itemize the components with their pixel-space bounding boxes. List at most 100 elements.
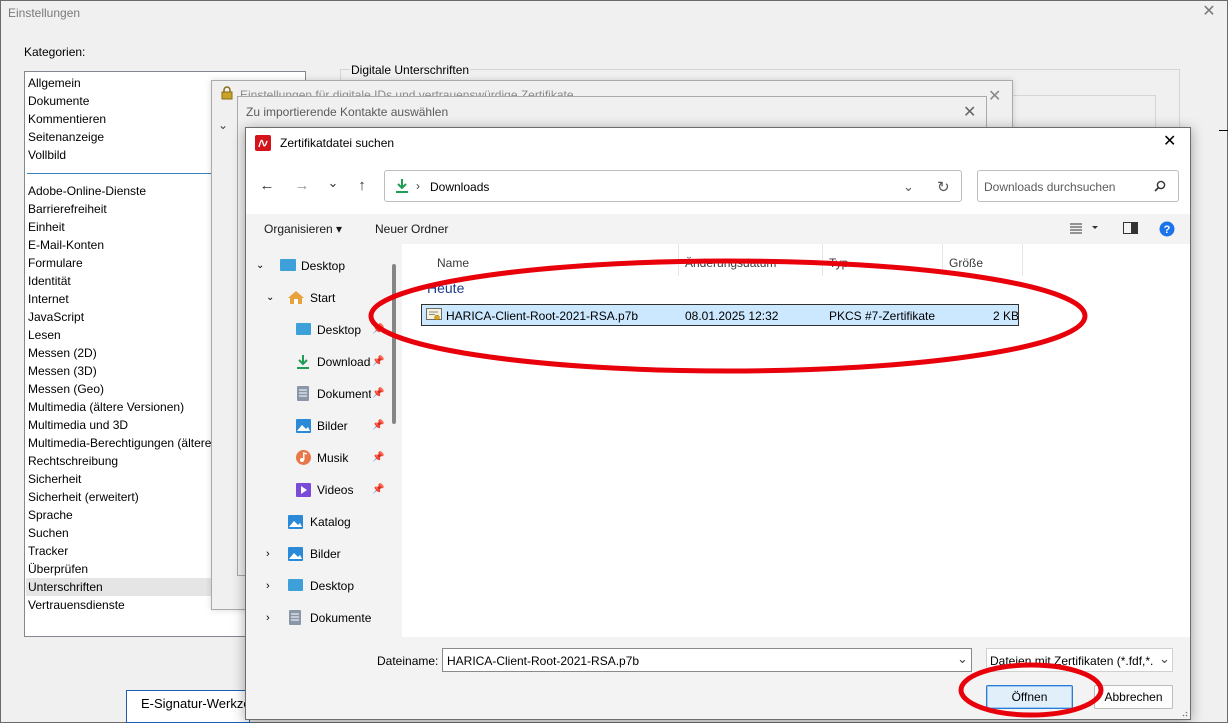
recent-locations-button[interactable]: ⌄ (322, 172, 344, 194)
nav-item-gallery[interactable]: Katalog (288, 509, 388, 535)
category-item[interactable]: Tracker (28, 542, 68, 560)
lock-icon (220, 86, 234, 100)
group-header-today[interactable]: Heute (427, 280, 464, 296)
divider[interactable] (942, 244, 943, 276)
chevron-down-icon[interactable]: ⌄ (1159, 651, 1170, 667)
category-item[interactable]: Vollbild (28, 146, 66, 164)
filename-value: HARICA-Client-Root-2021-RSA.p7b (447, 654, 640, 668)
chevron-down-icon[interactable]: ⌄ (957, 651, 968, 667)
category-item[interactable]: Überprüfen (28, 560, 88, 578)
category-item[interactable]: Messen (2D) (28, 344, 97, 362)
divider[interactable] (678, 244, 679, 276)
nav-item-quick-videos[interactable]: Videos 📌 (296, 477, 386, 503)
pin-icon[interactable]: 📌 (372, 349, 384, 375)
category-item[interactable]: Einheit (28, 218, 65, 236)
preview-pane-icon[interactable] (1123, 222, 1138, 234)
category-item[interactable]: Allgemein (28, 74, 81, 92)
nav-item-quick-downloads[interactable]: Downloads 📌 (296, 349, 386, 375)
settings-close-button[interactable]: ✕ (1200, 3, 1218, 21)
divider[interactable] (1022, 244, 1023, 276)
pin-icon[interactable]: 📌 (372, 317, 384, 343)
address-bar[interactable]: › Downloads ⌄ ↻ (384, 170, 962, 202)
taskbar-item[interactable]: E-Signatur-Werkze (126, 690, 250, 723)
chevron-right-icon[interactable]: › (266, 541, 270, 567)
category-item-selected[interactable]: Unterschriften (26, 578, 226, 596)
filetype-select[interactable]: Dateien mit Zertifikaten (*.fdf,*. ⌄ (986, 648, 1173, 672)
back-button[interactable]: ← (256, 175, 278, 197)
category-item[interactable]: Internet (28, 290, 69, 308)
filename-input[interactable]: HARICA-Client-Root-2021-RSA.p7b ⌄ (442, 648, 972, 672)
organize-menu-button[interactable]: Organisieren ▾ (264, 222, 342, 236)
category-item[interactable]: JavaScript (28, 308, 84, 326)
refresh-icon[interactable]: ↻ (937, 178, 950, 196)
forward-button[interactable]: → (291, 175, 313, 197)
nav-item-quick-pictures[interactable]: Bilder 📌 (296, 413, 386, 439)
new-folder-button[interactable]: Neuer Ordner (375, 222, 448, 236)
pin-icon[interactable]: 📌 (372, 381, 384, 407)
nav-item-library-documents[interactable]: › Dokumente (266, 605, 386, 631)
column-header-size[interactable]: Größe (949, 256, 983, 270)
category-item[interactable]: Identität (28, 272, 71, 290)
open-button[interactable]: Öffnen (986, 685, 1073, 709)
category-item[interactable]: Dokumente (28, 92, 89, 110)
view-options-icon[interactable] (1069, 222, 1099, 234)
nav-pane-scrollbar[interactable] (392, 264, 396, 424)
category-item[interactable]: Messen (3D) (28, 362, 97, 380)
category-item[interactable]: Sicherheit (erweitert) (28, 488, 139, 506)
chevron-right-icon[interactable]: › (266, 573, 270, 599)
category-item[interactable]: Suchen (28, 524, 69, 542)
category-item[interactable]: Multimedia (ältere Versionen) (28, 398, 184, 416)
category-item[interactable]: Multimedia und 3D (28, 416, 128, 434)
nav-item-library-desktop[interactable]: › Desktop (266, 573, 386, 599)
category-item[interactable]: Formulare (28, 254, 83, 272)
file-date: 08.01.2025 12:32 (685, 309, 779, 323)
column-header-name[interactable]: Name (437, 256, 469, 270)
category-item[interactable]: Barrierefreiheit (28, 200, 107, 218)
help-icon[interactable]: ? (1159, 221, 1175, 237)
nav-item-quick-music[interactable]: Musik 📌 (296, 445, 386, 471)
pin-icon[interactable]: 📌 (372, 413, 384, 439)
chevron-down-icon[interactable]: ⌄ (266, 285, 274, 311)
svg-text:?: ? (1164, 224, 1171, 236)
chevron-down-icon[interactable]: ⌄ (256, 253, 264, 279)
category-item[interactable]: Vertrauensdienste (28, 596, 125, 614)
category-item[interactable]: Seitenanzeige (28, 128, 104, 146)
category-item[interactable]: Rechtschreibung (28, 452, 118, 470)
nav-item-library-pictures[interactable]: › Bilder (266, 541, 386, 567)
pin-icon[interactable]: 📌 (372, 445, 384, 471)
desktop-icon (288, 579, 303, 592)
category-item[interactable]: E-Mail-Konten (28, 236, 104, 254)
contacts-dialog-title: Zu importierende Kontakte auswählen (246, 105, 449, 119)
contacts-dialog-close-button[interactable]: ✕ (963, 102, 976, 122)
divider[interactable] (822, 244, 823, 276)
cancel-button[interactable]: Abbrechen (1094, 685, 1173, 709)
close-icon[interactable]: ✕ (1163, 134, 1176, 150)
category-item[interactable]: Kommentieren (28, 110, 106, 128)
search-box[interactable]: Downloads durchsuchen (977, 170, 1179, 202)
category-item[interactable]: Messen (Geo) (28, 380, 104, 398)
breadcrumb-downloads[interactable]: Downloads (430, 180, 489, 194)
category-separator (27, 173, 217, 174)
resize-grip-icon[interactable] (1179, 708, 1188, 717)
nav-item-quick-documents[interactable]: Dokumente 📌 (296, 381, 386, 407)
chevron-down-icon[interactable]: ⌄ (218, 118, 228, 132)
file-list: Name Änderungsdatum Typ Größe Heute HARI… (402, 244, 1190, 637)
category-item[interactable]: Multimedia-Berechtigungen (ältere (28, 434, 211, 452)
trusted-dialog-close-button[interactable]: ✕ (988, 86, 1001, 106)
category-item[interactable]: Sprache (28, 506, 73, 524)
chevron-right-icon[interactable]: › (266, 605, 270, 631)
column-header-date[interactable]: Änderungsdatum (685, 256, 776, 270)
divider (1219, 130, 1228, 131)
nav-item-quick-desktop[interactable]: Desktop 📌 (296, 317, 386, 343)
category-item[interactable]: Lesen (28, 326, 61, 344)
category-item[interactable]: Adobe-Online-Dienste (28, 182, 146, 200)
column-header-type[interactable]: Typ (829, 256, 848, 270)
gallery-icon (288, 515, 303, 529)
file-row-selected[interactable]: HARICA-Client-Root-2021-RSA.p7b 08.01.20… (421, 304, 1019, 326)
nav-item-start[interactable]: ⌄ Start (266, 285, 396, 311)
up-button[interactable]: ↑ (351, 175, 373, 197)
category-item[interactable]: Sicherheit (28, 470, 81, 488)
pin-icon[interactable]: 📌 (372, 477, 384, 503)
address-dropdown-icon[interactable]: ⌄ (903, 179, 914, 195)
nav-item-desktop-root[interactable]: ⌄ Desktop (256, 253, 396, 279)
